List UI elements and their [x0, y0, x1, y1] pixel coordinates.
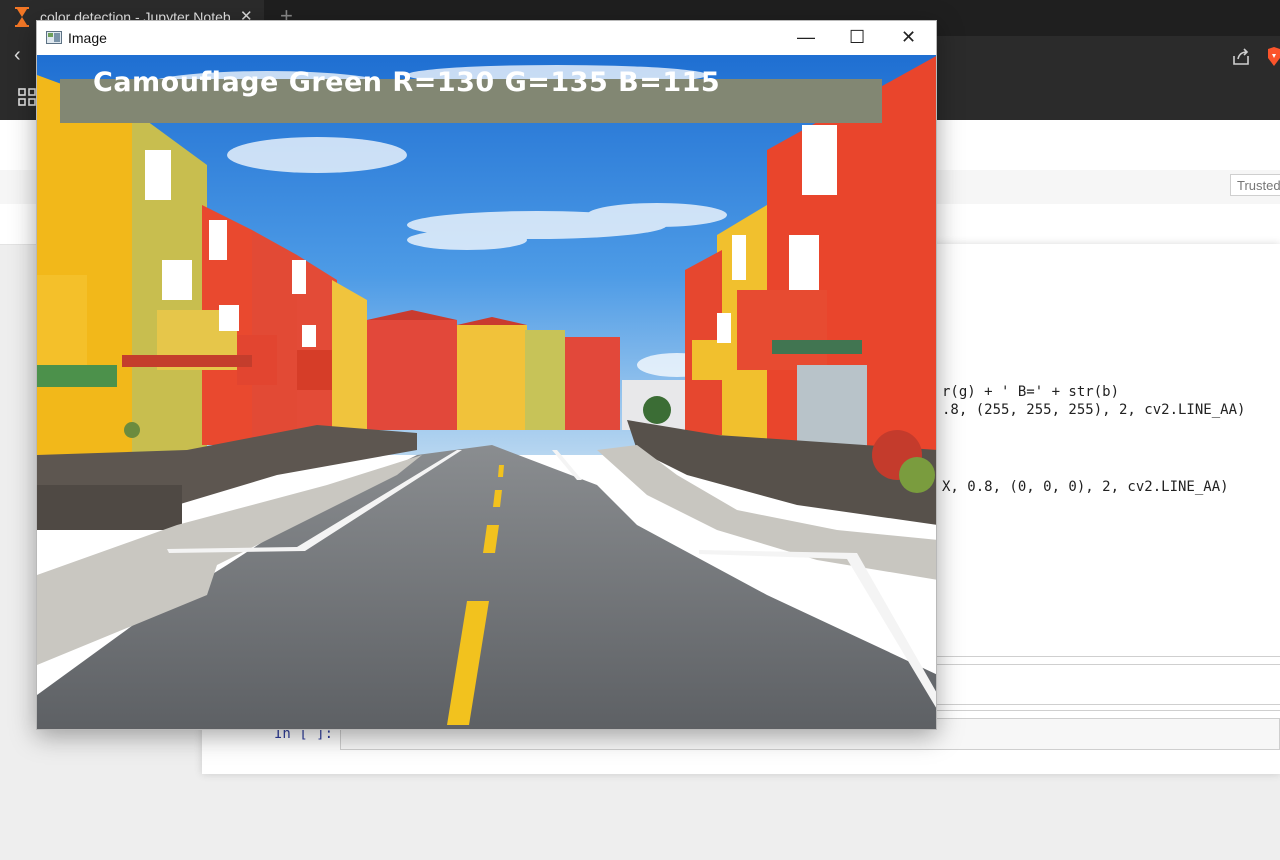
share-icon[interactable]	[1230, 46, 1252, 68]
cell-divider	[937, 704, 1280, 705]
image-window[interactable]: Image — ☐ ✕ Camouflage Green R=130 G=135…	[36, 20, 937, 730]
cell-divider	[937, 656, 1280, 657]
minimize-button[interactable]: —	[797, 27, 815, 48]
maximize-button[interactable]: ☐	[849, 27, 865, 48]
window-app-icon	[46, 31, 62, 44]
apps-grid-icon[interactable]	[18, 88, 36, 106]
close-button[interactable]: ✕	[901, 27, 916, 48]
code-line-2[interactable]: .8, (255, 255, 255), 2, cv2.LINE_AA)	[942, 402, 1245, 418]
back-button[interactable]: ‹	[14, 44, 21, 67]
window-titlebar[interactable]: Image — ☐ ✕	[37, 21, 936, 55]
color-readout-text: Camouflage Green R=130 G=135 B=115	[93, 67, 721, 98]
window-title: Image	[68, 30, 107, 46]
code-line-1[interactable]: r(g) + ' B=' + str(b)	[942, 384, 1119, 400]
trusted-indicator[interactable]: Trusted	[1230, 174, 1280, 196]
brave-lion-icon[interactable]	[1268, 46, 1280, 68]
cell-divider	[937, 710, 1280, 711]
street-photo[interactable]	[37, 55, 937, 730]
hourglass-icon	[15, 7, 29, 27]
code-line-3[interactable]: X, 0.8, (0, 0, 0), 2, cv2.LINE_AA)	[942, 479, 1229, 495]
cell-divider	[937, 664, 1280, 665]
